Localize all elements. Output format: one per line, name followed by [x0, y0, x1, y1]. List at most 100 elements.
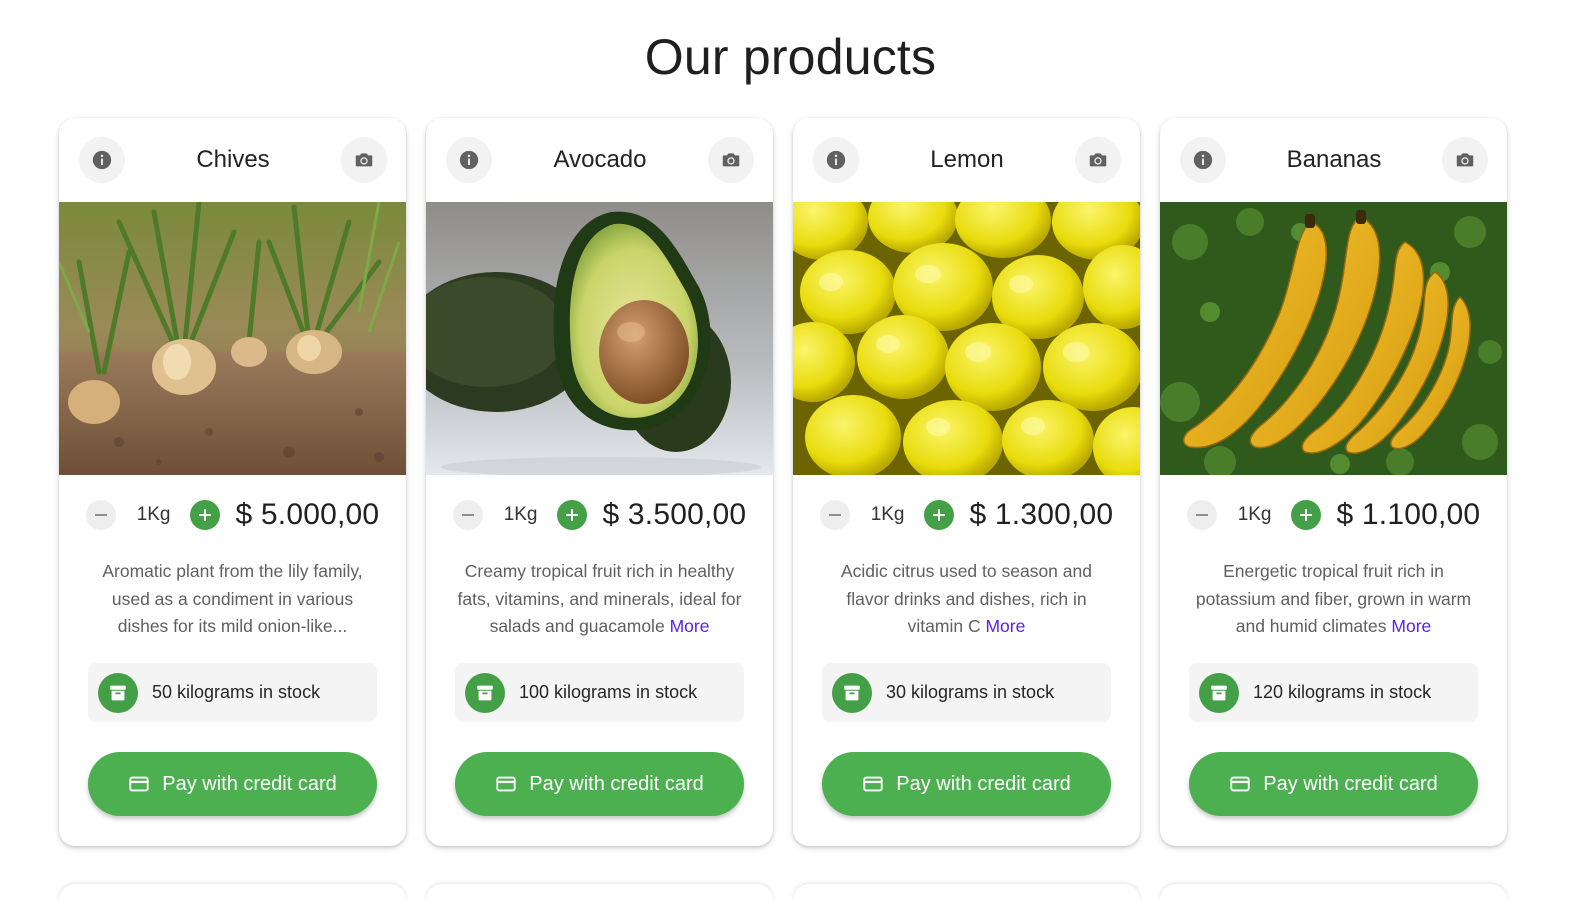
archive-icon: [465, 672, 505, 713]
quantity-label: 1Kg: [503, 504, 538, 525]
card-header: Lemon: [793, 118, 1140, 202]
pay-with-credit-card-button[interactable]: Pay with credit card: [1189, 752, 1478, 816]
quantity-row: 1Kg $ 3.500,00: [426, 475, 773, 555]
pay-button-label: Pay with credit card: [529, 772, 704, 795]
info-icon: [459, 150, 479, 170]
product-price: $ 3.500,00: [602, 498, 747, 531]
archive-icon: [1199, 672, 1239, 713]
decrease-quantity-button[interactable]: [819, 500, 850, 530]
decrease-quantity-button[interactable]: [1186, 500, 1217, 530]
more-link[interactable]: More: [1391, 616, 1431, 636]
archive-icon: [832, 672, 872, 713]
credit-card-icon: [863, 776, 883, 792]
camera-icon: [355, 153, 373, 167]
stock-text: 100 kilograms in stock: [519, 682, 698, 702]
credit-card-icon: [129, 776, 149, 792]
pay-button-label: Pay with credit card: [1263, 772, 1438, 795]
product-price: $ 5.000,00: [235, 498, 380, 531]
pay-with-credit-card-button[interactable]: Pay with credit card: [88, 752, 377, 816]
quantity-label: 1Kg: [870, 504, 905, 525]
product-image: [793, 202, 1140, 475]
product-card-partial: [426, 884, 773, 899]
plus-icon: [1299, 509, 1312, 521]
stock-info: 120 kilograms in stock: [1189, 663, 1478, 722]
product-card: Chives 1Kg $ 5.000,00 Aromatic plant fro…: [59, 118, 406, 846]
product-card: Avocado 1Kg $ 3.500,00 Creamy tropical f…: [426, 118, 773, 846]
product-description: Acidic citrus used to season and flavor …: [793, 558, 1140, 653]
stock-text: 120 kilograms in stock: [1253, 682, 1432, 702]
product-image: [1160, 202, 1507, 475]
photo-button[interactable]: [340, 137, 387, 183]
info-icon: [1193, 150, 1213, 170]
quantity-label: 1Kg: [1237, 504, 1272, 525]
product-description: Energetic tropical fruit rich in potassi…: [1160, 558, 1507, 653]
minus-icon: [461, 514, 474, 516]
stock-info: 100 kilograms in stock: [455, 663, 744, 722]
decrease-quantity-button[interactable]: [452, 500, 483, 530]
product-card: Bananas 1Kg $ 1.100,00 Energetic tropica…: [1160, 118, 1507, 846]
product-name: Avocado: [553, 146, 647, 173]
stock-text: 50 kilograms in stock: [152, 682, 321, 702]
quantity-label: 1Kg: [136, 504, 171, 525]
product-card-partial: [59, 884, 406, 899]
minus-icon: [828, 514, 841, 516]
more-link[interactable]: More: [985, 616, 1025, 636]
page-title: Our products: [644, 29, 937, 85]
product-card-partial: [1160, 884, 1507, 899]
increase-quantity-button[interactable]: [189, 500, 220, 530]
card-header: Chives: [59, 118, 406, 202]
quantity-row: 1Kg $ 1.300,00: [793, 475, 1140, 555]
product-description: Aromatic plant from the lily family, use…: [59, 558, 406, 653]
next-product-row: [59, 884, 1519, 899]
credit-card-icon: [1230, 776, 1250, 792]
increase-quantity-button[interactable]: [923, 500, 954, 530]
product-card: Lemon 1Kg $ 1.300,00 Acidic citrus used …: [793, 118, 1140, 846]
info-button[interactable]: [1180, 137, 1226, 183]
decrease-quantity-button[interactable]: [85, 500, 116, 530]
increase-quantity-button[interactable]: [1290, 500, 1321, 530]
camera-icon: [1456, 153, 1474, 167]
description-text: Aromatic plant from the lily family, use…: [102, 561, 363, 636]
stock-info: 50 kilograms in stock: [88, 663, 377, 722]
stock-text: 30 kilograms in stock: [886, 682, 1055, 702]
card-header: Bananas: [1160, 118, 1507, 202]
pay-with-credit-card-button[interactable]: Pay with credit card: [455, 752, 744, 816]
plus-icon: [932, 509, 945, 521]
more-link[interactable]: More: [670, 616, 710, 636]
product-name: Lemon: [930, 146, 1004, 173]
archive-icon: [98, 672, 138, 713]
info-icon: [826, 150, 846, 170]
camera-icon: [722, 153, 740, 167]
credit-card-icon: [496, 776, 516, 792]
info-button[interactable]: [79, 137, 125, 183]
camera-icon: [1089, 153, 1107, 167]
photo-button[interactable]: [708, 137, 754, 183]
product-price: $ 1.300,00: [969, 498, 1114, 531]
product-description: Creamy tropical fruit rich in healthy fa…: [426, 558, 773, 653]
stock-info: 30 kilograms in stock: [822, 663, 1111, 722]
product-grid: Chives 1Kg $ 5.000,00 Aromatic plant fro…: [59, 118, 1519, 846]
product-image: [59, 202, 406, 475]
product-price: $ 1.100,00: [1336, 498, 1481, 531]
plus-icon: [198, 509, 211, 521]
minus-icon: [1195, 514, 1208, 516]
plus-icon: [565, 509, 578, 521]
pay-button-label: Pay with credit card: [896, 772, 1071, 795]
quantity-row: 1Kg $ 5.000,00: [59, 475, 406, 555]
increase-quantity-button[interactable]: [556, 500, 587, 530]
photo-button[interactable]: [1074, 137, 1121, 183]
pay-button-label: Pay with credit card: [162, 772, 337, 795]
photo-button[interactable]: [1442, 137, 1488, 183]
product-name: Bananas: [1286, 146, 1382, 173]
product-image: [426, 202, 773, 475]
product-name: Chives: [196, 146, 270, 173]
quantity-row: 1Kg $ 1.100,00: [1160, 475, 1507, 555]
info-button[interactable]: [446, 137, 492, 183]
pay-with-credit-card-button[interactable]: Pay with credit card: [822, 752, 1111, 816]
description-text: Acidic citrus used to season and flavor …: [841, 561, 1092, 636]
card-header: Avocado: [426, 118, 773, 202]
info-button[interactable]: [813, 137, 859, 183]
info-icon: [92, 150, 112, 170]
product-card-partial: [793, 884, 1140, 899]
minus-icon: [94, 514, 107, 516]
